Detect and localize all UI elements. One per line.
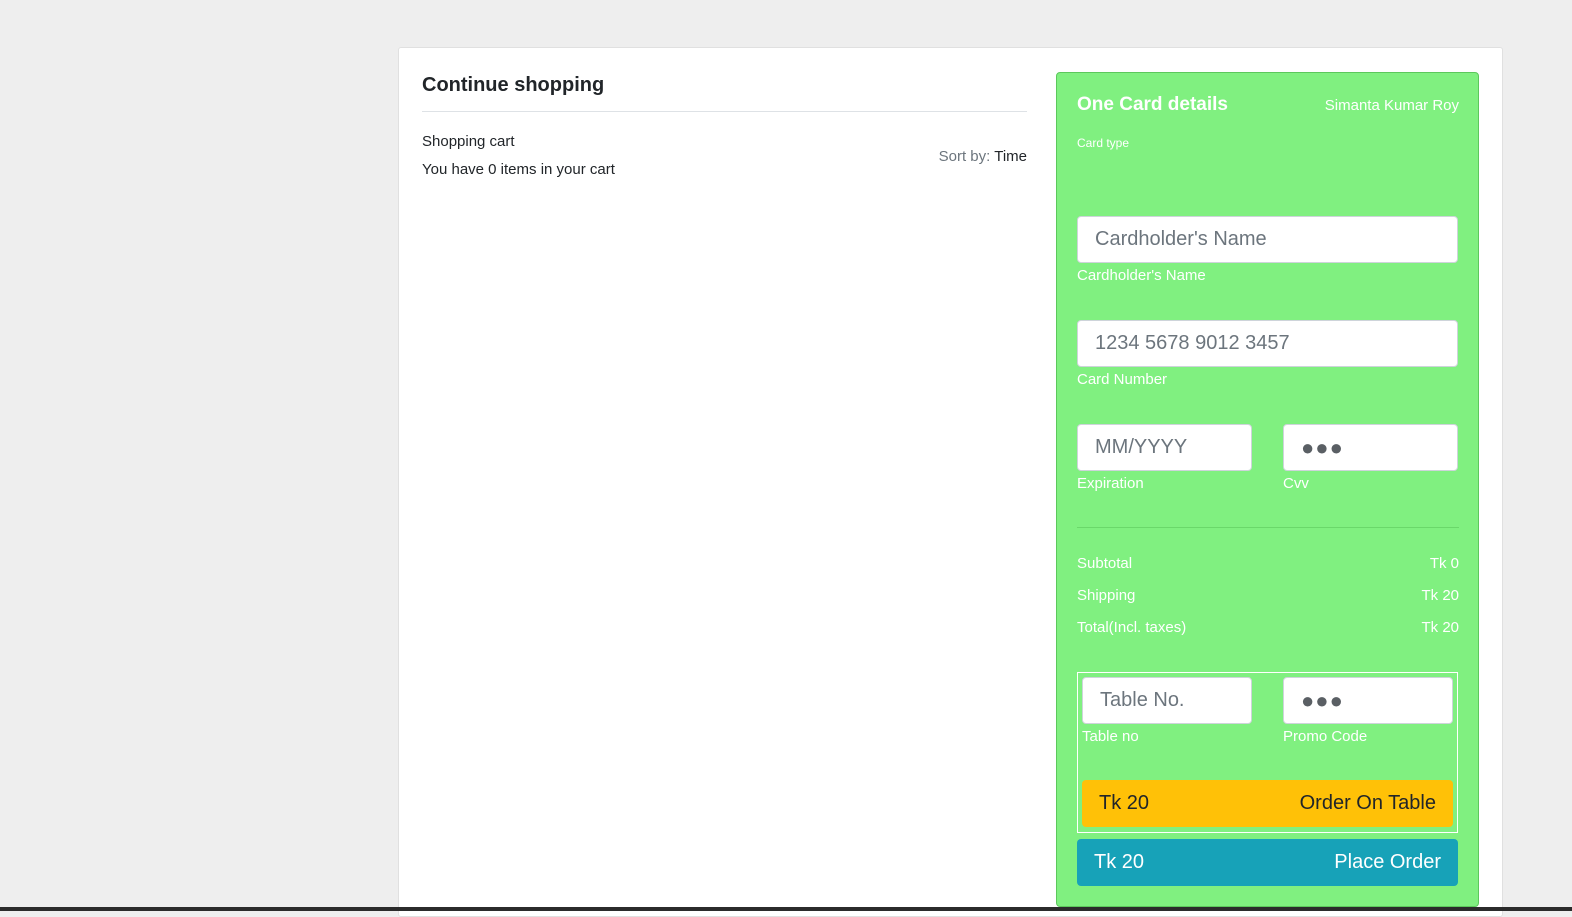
panel-header: One Card details Simanta Kumar Roy (1077, 94, 1459, 116)
cardholder-group: Cardholder's Name Cardholder's Name (1077, 216, 1458, 284)
shipping-label: Shipping (1077, 587, 1136, 604)
cart-header: Shopping cart You have 0 items in your c… (422, 128, 1027, 184)
table-no-label: Table no (1082, 728, 1139, 745)
place-order-label: Place Order (1334, 851, 1441, 873)
sort-control[interactable]: Sort by: Time (939, 148, 1027, 165)
card-number-label: Card Number (1077, 371, 1168, 388)
card-details-inner: One Card details Simanta Kumar Roy Card … (1077, 73, 1459, 886)
panel-title: One Card details (1077, 94, 1228, 115)
summary-divider (1077, 527, 1459, 528)
promo-code-label: Promo Code (1283, 728, 1368, 745)
cart-info: Shopping cart You have 0 items in your c… (422, 128, 615, 184)
sort-label: Sort by: (938, 147, 991, 165)
total-value: Tk 20 (1421, 619, 1459, 636)
continue-shopping-link[interactable]: Continue shopping (422, 72, 1027, 112)
subtotal-value: Tk 0 (1429, 555, 1459, 572)
place-order-button[interactable]: Tk 20 Place Order (1077, 839, 1458, 886)
card-details-panel: One Card details Simanta Kumar Roy Card … (1056, 72, 1479, 907)
promo-code-input[interactable]: ●●● (1283, 677, 1453, 724)
total-row: Total(Incl. taxes) Tk 20 (1077, 619, 1459, 636)
shipping-value: Tk 20 (1421, 587, 1459, 604)
order-label: Order On Table (1299, 792, 1436, 814)
owner-name: Simanta Kumar Roy (1324, 97, 1459, 114)
subtotal-label: Subtotal (1077, 555, 1133, 572)
order-amount: Tk 20 (1099, 792, 1150, 814)
sort-value[interactable]: Time (994, 148, 1027, 165)
card-number-input[interactable]: 1234 5678 9012 3457 (1077, 320, 1458, 367)
cardholder-name-label: Cardholder's Name (1077, 267, 1206, 284)
table-no-group: Table No. Table no (1082, 677, 1252, 745)
cart-count-text: You have 0 items in your cart (422, 161, 615, 178)
table-no-input[interactable]: Table No. (1082, 677, 1252, 724)
order-on-table-button[interactable]: Tk 20 Order On Table (1082, 780, 1453, 827)
cvv-input[interactable]: ●●● (1283, 424, 1458, 471)
window-bottom-edge (0, 907, 1572, 911)
cvv-group: ●●● Cvv (1283, 424, 1458, 492)
card-type-label: Card type (1077, 136, 1130, 150)
cardholder-name-input[interactable]: Cardholder's Name (1077, 216, 1458, 263)
cart-title: Shopping cart (422, 133, 515, 150)
promo-code-group: ●●● Promo Code (1283, 677, 1453, 745)
subtotal-row: Subtotal Tk 0 (1077, 555, 1459, 572)
total-label: Total(Incl. taxes) (1077, 619, 1187, 636)
checkout-card: Continue shopping Shopping cart You have… (398, 47, 1503, 917)
cvv-label: Cvv (1283, 475, 1309, 492)
table-order-box: Table No. Table no ●●● Promo Code Tk 20 … (1077, 672, 1458, 833)
place-order-amount: Tk 20 (1094, 851, 1145, 873)
cart-section: Continue shopping Shopping cart You have… (422, 72, 1027, 184)
expiration-group: MM/YYYY Expiration (1077, 424, 1252, 492)
expiration-label: Expiration (1077, 475, 1144, 492)
shipping-row: Shipping Tk 20 (1077, 587, 1459, 604)
expiration-input[interactable]: MM/YYYY (1077, 424, 1252, 471)
card-number-group: 1234 5678 9012 3457 Card Number (1077, 320, 1458, 388)
